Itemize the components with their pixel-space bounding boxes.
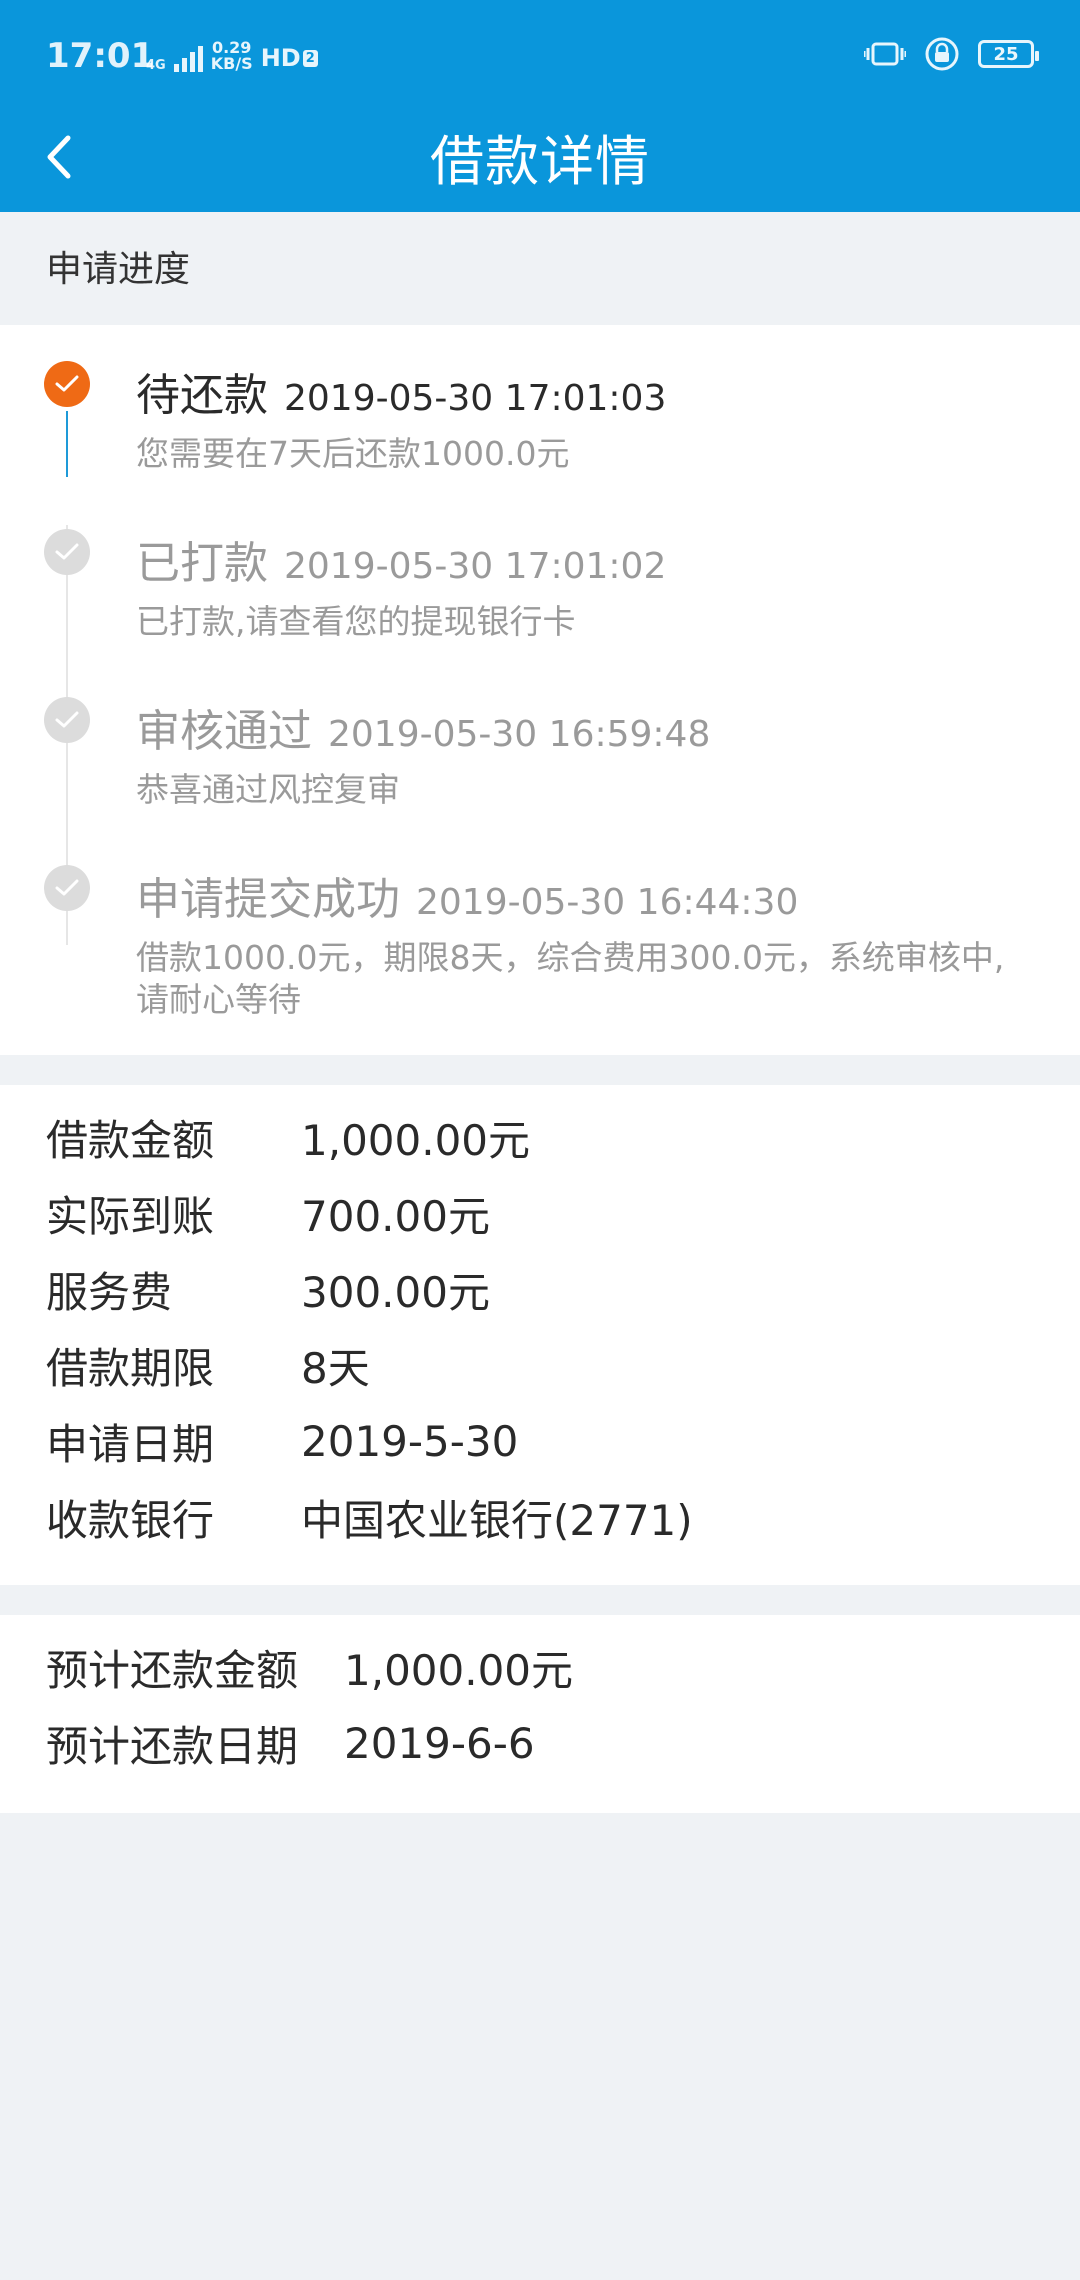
info-label: 申请日期 xyxy=(46,1419,215,1469)
hd-badge: 2 xyxy=(302,49,318,67)
check-icon xyxy=(44,865,90,911)
info-value: 1,000.00元 xyxy=(301,1115,531,1165)
info-label: 预计还款金额 xyxy=(46,1645,299,1695)
loan-info-card: 借款金额 1,000.00元 实际到账 700.00元 服务费 300.00元 … xyxy=(0,1085,1080,1585)
loan-amount-row: 借款金额 1,000.00元 xyxy=(46,1105,530,1169)
step-title-row: 待还款 2019-05-30 17:01:03 xyxy=(136,359,666,423)
info-value: 700.00元 xyxy=(301,1191,490,1241)
app-header: 17:01 4G 0.29 KB/S HD 2 25 借款详情 xyxy=(0,0,1080,212)
step-time: 2019-05-30 17:01:02 xyxy=(284,546,667,587)
info-label: 借款金额 xyxy=(46,1115,215,1165)
lock-rotation-icon xyxy=(925,37,959,71)
status-bar: 17:01 4G 0.29 KB/S HD 2 25 xyxy=(0,0,1080,112)
step-desc: 恭喜通过风控复审 xyxy=(136,770,400,809)
receiving-bank-row: 收款银行 中国农业银行(2771) xyxy=(46,1485,693,1549)
step-time: 2019-05-30 16:59:48 xyxy=(328,714,711,755)
nav-bar: 借款详情 xyxy=(0,112,1080,212)
network-speed: 0.29 KB/S xyxy=(211,40,253,72)
expected-repay-date-row: 预计还款日期 2019-6-6 xyxy=(46,1711,535,1775)
step-desc: 您需要在7天后还款1000.0元 xyxy=(136,434,570,473)
network-speed-unit: KB/S xyxy=(210,54,253,73)
step-title: 待还款 xyxy=(136,370,268,421)
info-value: 300.00元 xyxy=(301,1267,490,1317)
apply-date-row: 申请日期 2019-5-30 xyxy=(46,1409,518,1473)
hd-icon: HD 2 xyxy=(261,44,318,72)
step-desc: 已打款,请查看您的提现银行卡 xyxy=(136,602,576,641)
actual-received-row: 实际到账 700.00元 xyxy=(46,1181,490,1245)
loan-term-row: 借款期限 8天 xyxy=(46,1333,370,1397)
signal-icon xyxy=(173,44,203,72)
info-value: 2019-6-6 xyxy=(344,1718,535,1768)
check-icon xyxy=(44,361,90,407)
vibrate-icon xyxy=(864,42,906,66)
step-title-row: 审核通过 2019-05-30 16:59:48 xyxy=(136,695,710,759)
step-time: 2019-05-30 17:01:03 xyxy=(284,378,667,419)
info-value: 2019-5-30 xyxy=(301,1416,519,1466)
info-value: 中国农业银行(2771) xyxy=(301,1495,693,1545)
step-title-row: 已打款 2019-05-30 17:01:02 xyxy=(136,527,666,591)
expected-repay-amount-row: 预计还款金额 1,000.00元 xyxy=(46,1635,573,1699)
battery-icon: 25 xyxy=(978,40,1039,68)
repay-info-card: 预计还款金额 1,000.00元 预计还款日期 2019-6-6 xyxy=(0,1615,1080,1813)
status-left-icons: 4G 0.29 KB/S HD 2 xyxy=(146,36,318,72)
timeline-active-line xyxy=(66,411,68,477)
hd-label: HD xyxy=(260,44,301,72)
info-label: 服务费 xyxy=(46,1267,173,1317)
section-label: 申请进度 xyxy=(46,249,191,290)
status-right-icons: 25 xyxy=(864,34,1039,74)
info-label: 收款银行 xyxy=(46,1495,215,1545)
info-label: 预计还款日期 xyxy=(46,1721,299,1771)
step-title: 审核通过 xyxy=(136,706,312,757)
page-title: 借款详情 xyxy=(430,130,650,193)
check-icon xyxy=(44,529,90,575)
progress-card: 待还款 2019-05-30 17:01:03 您需要在7天后还款1000.0元… xyxy=(0,325,1080,1055)
step-title-row: 申请提交成功 2019-05-30 16:44:30 xyxy=(136,863,798,927)
network-type: 4G xyxy=(146,58,166,73)
step-title: 申请提交成功 xyxy=(136,874,400,925)
status-time: 17:01 xyxy=(46,36,155,76)
info-label: 实际到账 xyxy=(46,1191,215,1241)
step-time: 2019-05-30 16:44:30 xyxy=(416,882,799,923)
info-value: 1,000.00元 xyxy=(344,1645,574,1695)
back-button[interactable] xyxy=(40,128,80,186)
step-title: 已打款 xyxy=(136,538,268,589)
service-fee-row: 服务费 300.00元 xyxy=(46,1257,490,1321)
check-icon xyxy=(44,697,90,743)
info-value: 8天 xyxy=(301,1343,370,1393)
step-desc: 借款1000.0元，期限8天，综合费用300.0元，系统审核中,请耐心等待 xyxy=(136,938,1005,1019)
info-label: 借款期限 xyxy=(46,1343,215,1393)
chevron-left-icon xyxy=(47,135,71,179)
